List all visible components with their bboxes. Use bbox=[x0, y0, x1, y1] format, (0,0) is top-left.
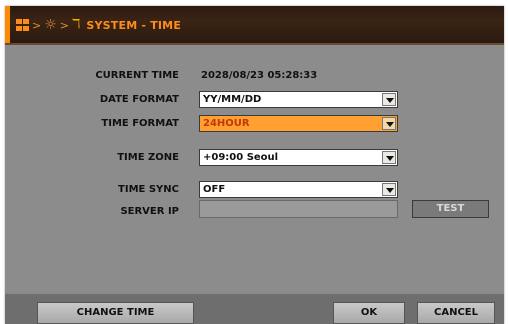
time-format-label: TIME FORMAT bbox=[101, 118, 179, 129]
chevron-down-icon[interactable] bbox=[382, 93, 396, 106]
footer-bar: CHANGE TIME OK CANCEL bbox=[5, 294, 504, 324]
date-format-select[interactable]: YY/MM/DD bbox=[199, 91, 398, 108]
server-ip-field[interactable] bbox=[199, 200, 398, 218]
chevron-down-icon[interactable] bbox=[382, 183, 396, 196]
page-title: SYSTEM - TIME bbox=[86, 18, 182, 32]
time-zone-label: TIME ZONE bbox=[117, 152, 179, 163]
time-zone-value: +09:00 Seoul bbox=[203, 152, 279, 163]
chevron-right-icon: > bbox=[59, 18, 69, 32]
time-format-select[interactable]: 24HOUR bbox=[199, 115, 398, 132]
gear-icon[interactable]: ☼ bbox=[44, 18, 57, 32]
chevron-down-icon[interactable] bbox=[382, 151, 396, 164]
time-zone-select[interactable]: +09:00 Seoul bbox=[199, 149, 398, 166]
system-time-window: > ☼ > ℸ SYSTEM - TIME CURRENT TIME 2028/… bbox=[5, 6, 504, 324]
current-time-value: 2028/08/23 05:28:33 bbox=[201, 70, 318, 81]
time-sync-value: OFF bbox=[203, 184, 226, 195]
test-button[interactable]: TEST bbox=[412, 200, 489, 218]
title-bar: > ☼ > ℸ SYSTEM - TIME bbox=[5, 6, 504, 45]
time-sync-select[interactable]: OFF bbox=[199, 181, 398, 198]
title-accent bbox=[5, 6, 10, 43]
server-ip-label: SERVER IP bbox=[120, 206, 179, 217]
date-format-value: YY/MM/DD bbox=[203, 94, 262, 105]
breadcrumb: > ☼ > ℸ SYSTEM - TIME bbox=[16, 16, 181, 34]
date-format-label: DATE FORMAT bbox=[99, 94, 179, 105]
tools-icon: ℸ bbox=[72, 17, 81, 32]
time-format-value: 24HOUR bbox=[203, 118, 250, 129]
cancel-button[interactable]: CANCEL bbox=[417, 302, 495, 324]
time-sync-label: TIME SYNC bbox=[118, 184, 179, 195]
chevron-down-icon[interactable] bbox=[382, 117, 396, 130]
change-time-button[interactable]: CHANGE TIME bbox=[37, 302, 194, 324]
current-time-label: CURRENT TIME bbox=[95, 70, 179, 81]
chevron-right-icon: > bbox=[32, 18, 42, 32]
grid-icon[interactable] bbox=[16, 19, 29, 31]
ok-button[interactable]: OK bbox=[333, 302, 405, 324]
settings-panel: CURRENT TIME 2028/08/23 05:28:33 DATE FO… bbox=[5, 45, 504, 292]
